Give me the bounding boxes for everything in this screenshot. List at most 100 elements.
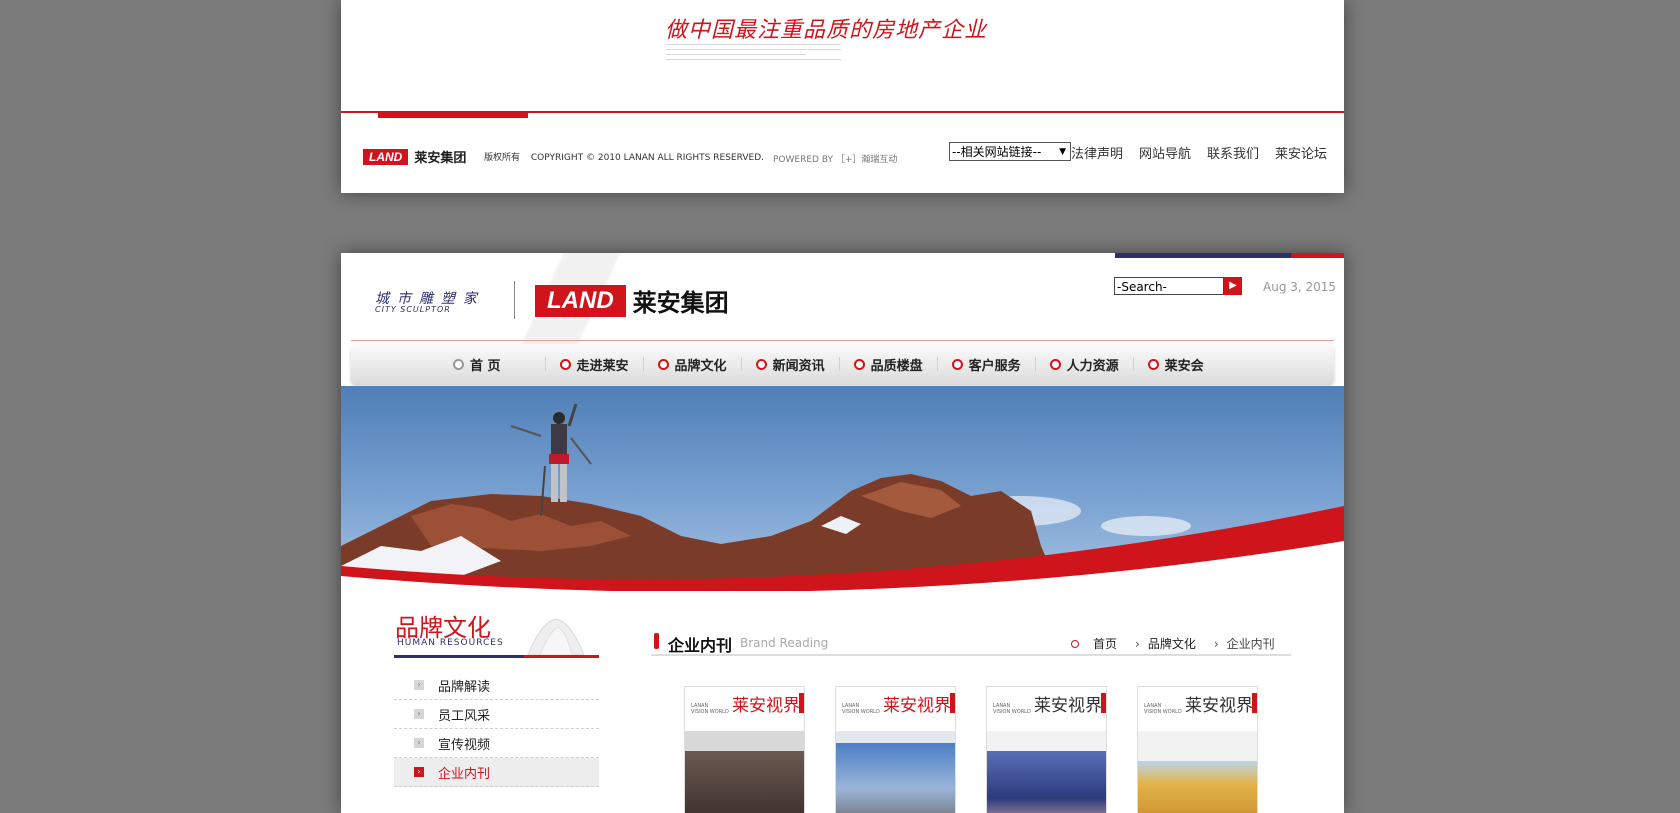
breadcrumb: 首页 › 品牌文化 › 企业内刊 (1071, 635, 1275, 652)
nav-label: 新闻资讯 (772, 358, 825, 374)
section-title: 企业内刊 (668, 636, 733, 655)
top-stripe-red (1291, 253, 1344, 258)
select-value: --相关网站链接-- (952, 145, 1042, 159)
footer-tab-accent (378, 112, 528, 118)
nav-item-hr[interactable]: 人力资源 (1036, 357, 1134, 374)
bullet-icon (453, 358, 464, 370)
related-sites-select[interactable]: --相关网站链接-- ▼ (949, 142, 1071, 161)
magazine-tag (1252, 693, 1257, 713)
nav-label: 人力资源 (1066, 358, 1119, 374)
breadcrumb-current: 企业内刊 (1226, 637, 1275, 651)
copyright: 版权所有 COPYRIGHT © 2010 LANAN ALL RIGHTS R… (484, 150, 772, 163)
sidebar-decoration-icon (527, 618, 585, 656)
section-divider (651, 654, 1291, 656)
magazine-subtitle: LANAN VISION WORLD (842, 703, 880, 715)
nav-top-line (351, 340, 1334, 341)
nav-label: 品牌文化 (674, 358, 727, 374)
footer-links: 法律声明 网站导航 联系我们 莱安论坛 (1071, 143, 1343, 162)
main-logo[interactable]: LAND 莱安集团 (535, 283, 729, 318)
footer-link-legal[interactable]: 法律声明 (1071, 143, 1123, 162)
magazine-subtitle: LANAN VISION WORLD (691, 703, 729, 715)
land-logo-mark: LAND (535, 284, 626, 317)
magazine-image (987, 731, 1106, 813)
bullet-icon (951, 358, 963, 370)
sidebar-item-video[interactable]: › 宣传视频 (394, 729, 599, 758)
previous-page-footer-card: 做中国最注重品质的房地产企业 LAND 莱安集团 版权所有 COPYRIGHT … (341, 0, 1344, 193)
sidebar-item-label: 宣传视频 (438, 737, 491, 753)
nav-label: 品质楼盘 (870, 358, 923, 374)
city-sculptor-en: CITY SCULPTOR (375, 305, 451, 314)
footer-link-sitemap[interactable]: 网站导航 (1139, 143, 1191, 162)
sidebar-item-staff[interactable]: › 员工风采 (394, 700, 599, 729)
home-icon (1071, 639, 1079, 648)
magazine-subtitle: LANAN VISION WORLD (993, 703, 1031, 715)
nav-item-about[interactable]: 走进莱安 (546, 357, 644, 374)
bullet-icon (1147, 358, 1159, 370)
nav-label: 莱安会 (1164, 358, 1204, 374)
hero-banner (341, 386, 1344, 591)
search-input[interactable]: -Search- (1114, 277, 1224, 295)
nav-label: 客户服务 (968, 358, 1021, 374)
rights-text: 版权所有 (484, 153, 521, 163)
slogan: 做中国最注重品质的房地产企业 (665, 18, 988, 43)
chevron-right-icon: › (1213, 636, 1219, 651)
magazine-title: 莱安视界 (1034, 696, 1102, 716)
footer-logo[interactable]: LAND 莱安集团 (363, 147, 466, 166)
copyright-text: COPYRIGHT © 2010 LANAN ALL RIGHTS RESERV… (530, 153, 764, 163)
powered-by[interactable]: POWERED BY ［+］瀚瑞互动 (773, 152, 897, 165)
magazine-cover-1[interactable]: 莱安视界 LANAN VISION WORLD (684, 686, 805, 813)
sidebar-item-label: 员工风采 (438, 708, 491, 724)
top-stripe-navy (1115, 253, 1291, 258)
nav-item-news[interactable]: 新闻资讯 (742, 357, 840, 374)
sidebar-item-brand-reading[interactable]: › 品牌解读 (394, 671, 599, 700)
magazine-cover-3[interactable]: 莱安视界 LANAN VISION WORLD (986, 686, 1107, 813)
chevron-right-icon: › (414, 709, 424, 719)
main-page-card: 城市雕塑家 CITY SCULPTOR LAND 莱安集团 -Search- ▶… (341, 253, 1344, 813)
bullet-icon (657, 358, 669, 370)
bullet-icon (559, 358, 571, 370)
land-logo-mark: LAND (363, 148, 409, 165)
chevron-down-icon: ▼ (1059, 147, 1066, 157)
breadcrumb-brand[interactable]: 品牌文化 (1148, 635, 1196, 652)
magazine-subtitle: LANAN VISION WORLD (1144, 703, 1182, 715)
chevron-right-icon: › (414, 680, 424, 690)
magazine-image (685, 731, 804, 813)
nav-label: 走进莱安 (576, 358, 629, 374)
nav-item-service[interactable]: 客户服务 (938, 357, 1036, 374)
magazine-tag (1101, 693, 1106, 713)
nav-item-properties[interactable]: 品质楼盘 (840, 357, 938, 374)
fineprint-lines (666, 44, 841, 64)
nav-item-club[interactable]: 莱安会 (1134, 357, 1218, 374)
magazine-title: 莱安视界 (1185, 696, 1253, 716)
magazine-title: 莱安视界 (883, 696, 951, 716)
sidebar-item-label: 品牌解读 (438, 679, 491, 695)
brand-name: 莱安集团 (414, 151, 467, 166)
footer-link-contact[interactable]: 联系我们 (1207, 143, 1259, 162)
magazine-tag (799, 693, 804, 713)
magazine-list: 莱安视界 LANAN VISION WORLD 莱安视界 LANAN VISIO… (684, 686, 1288, 813)
main-nav: 首 页 走进莱安 品牌文化 新闻资讯 品质楼盘 客户服务 人力资源 莱安会 (351, 344, 1334, 384)
section-marker (654, 633, 659, 649)
chevron-right-icon: › (414, 767, 424, 777)
sidebar-item-label: 企业内刊 (438, 766, 491, 782)
magazine-image (1138, 731, 1257, 813)
nav-item-home[interactable]: 首 页 (439, 357, 546, 374)
section-subtitle: Brand Reading (740, 636, 829, 650)
footer-link-forum[interactable]: 莱安论坛 (1275, 143, 1327, 162)
sidebar-underline (394, 655, 599, 658)
magazine-tag (950, 693, 955, 713)
banner-illustration (341, 403, 1344, 591)
nav-label: 首 页 (470, 358, 501, 374)
header-separator (514, 281, 515, 319)
search-button[interactable]: ▶ (1224, 277, 1242, 295)
breadcrumb-home[interactable]: 首页 (1093, 635, 1117, 652)
nav-item-brand[interactable]: 品牌文化 (644, 357, 742, 374)
magazine-cover-4[interactable]: 莱安视界 LANAN VISION WORLD (1137, 686, 1258, 813)
bullet-icon (755, 358, 767, 370)
date-display: Aug 3, 2015 (1263, 280, 1337, 294)
arrow-right-icon: ▶ (1229, 280, 1237, 291)
chevron-right-icon: › (1135, 636, 1140, 651)
magazine-image (836, 731, 955, 813)
magazine-cover-2[interactable]: 莱安视界 LANAN VISION WORLD (835, 686, 956, 813)
sidebar-item-journal[interactable]: › 企业内刊 (394, 758, 599, 787)
